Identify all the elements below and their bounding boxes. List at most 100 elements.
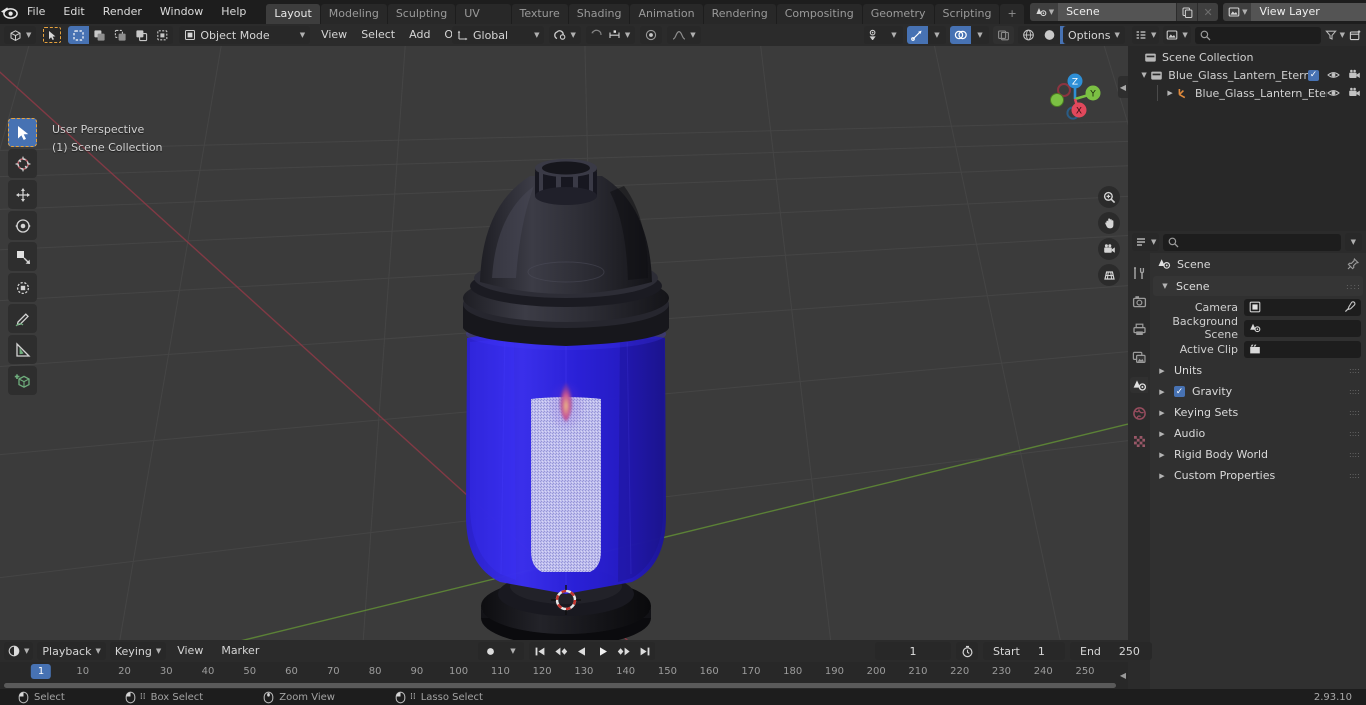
- play-reverse-icon[interactable]: [571, 642, 592, 660]
- disclosure-triangle-right-icon[interactable]: ▶: [1165, 89, 1175, 97]
- cursor-tool[interactable]: [8, 149, 37, 178]
- timeline-marker-menu[interactable]: Marker: [214, 642, 266, 660]
- sub-panel-keying-sets[interactable]: ▶ Keying Sets::::: [1150, 402, 1366, 423]
- sub-panel-rigid-body-world[interactable]: ▶ Rigid Body World::::: [1150, 444, 1366, 465]
- auto-keying-icon[interactable]: [956, 642, 978, 660]
- jump-end-icon[interactable]: [634, 642, 655, 660]
- overlays-icon[interactable]: [950, 26, 971, 44]
- editor-type-3dview-icon[interactable]: ▼: [4, 26, 37, 44]
- blender-logo-icon[interactable]: [0, 0, 18, 24]
- property-field[interactable]: [1244, 298, 1361, 316]
- tweak-select-tool[interactable]: [8, 118, 37, 147]
- chevron-down-icon[interactable]: ▼: [928, 26, 946, 44]
- outliner-row[interactable]: ▼ Blue_Glass_Lantern_Eternal_C✓: [1128, 66, 1366, 84]
- workspace-tab-sculpting[interactable]: Sculpting: [387, 4, 456, 24]
- viewport-menu-add[interactable]: Add: [402, 26, 437, 44]
- outliner-checkbox[interactable]: ✓: [1308, 69, 1319, 81]
- menu-render[interactable]: Render: [94, 3, 151, 21]
- panel-header-scene[interactable]: ▼ Scene::::: [1153, 276, 1363, 296]
- menu-window[interactable]: Window: [151, 3, 212, 21]
- workspace-tab-animation[interactable]: Animation: [630, 4, 703, 24]
- transform-tool[interactable]: [8, 273, 37, 302]
- playback-controls[interactable]: [529, 642, 655, 660]
- disclosure-triangle-right-icon[interactable]: ▶: [1157, 430, 1167, 438]
- record-icon[interactable]: [478, 642, 502, 660]
- current-frame-field[interactable]: 1: [875, 642, 951, 660]
- property-field[interactable]: [1244, 319, 1361, 337]
- scene-selector[interactable]: ▼ Scene ✕: [1029, 3, 1219, 21]
- timeline-scrollbar[interactable]: [4, 683, 1116, 688]
- select-set-icon[interactable]: [68, 26, 90, 44]
- xray-icon[interactable]: [993, 26, 1014, 44]
- transform-orientation-selector[interactable]: Global ▼: [452, 26, 545, 44]
- workspace-tab-compositing[interactable]: Compositing: [776, 4, 862, 24]
- play-icon[interactable]: [592, 642, 613, 660]
- sub-panel-units[interactable]: ▶ Units::::: [1150, 360, 1366, 381]
- texture-tab[interactable]: [1130, 433, 1148, 449]
- properties-search-input[interactable]: [1163, 233, 1341, 251]
- record-group[interactable]: ▼: [478, 642, 524, 660]
- keying-menu[interactable]: Keying ▼: [109, 642, 167, 660]
- output-tab[interactable]: [1130, 321, 1148, 337]
- select-extend-icon[interactable]: [89, 26, 111, 44]
- start-frame-field[interactable]: Start 1: [983, 642, 1065, 660]
- wireframe-icon[interactable]: [1018, 26, 1039, 44]
- view-layer-icon[interactable]: ▼: [1223, 3, 1252, 21]
- playback-menu[interactable]: Playback ▼: [37, 642, 106, 660]
- timeline-editor-type-icon[interactable]: ▼: [4, 642, 34, 660]
- object-visibility-icon[interactable]: [864, 26, 885, 44]
- 3d-viewport[interactable]: User Perspective (1) Scene Collection Z …: [0, 46, 1128, 640]
- visibility-eye-icon[interactable]: [1327, 69, 1340, 81]
- proportional-edit-toggle[interactable]: [640, 26, 663, 44]
- workspace-tab-shading[interactable]: Shading: [568, 4, 630, 24]
- new-collection-icon[interactable]: [1349, 29, 1362, 42]
- add-workspace-button[interactable]: +: [1000, 4, 1024, 24]
- timeline-playhead[interactable]: 1: [30, 664, 52, 679]
- disclosure-triangle-down-icon[interactable]: ▼: [1160, 282, 1170, 290]
- viewport-menu-select[interactable]: Select: [354, 26, 402, 44]
- sub-panel-custom-properties[interactable]: ▶ Custom Properties::::: [1150, 465, 1366, 486]
- properties-editor-type-icon[interactable]: ▼: [1132, 233, 1160, 251]
- workspace-tab-texture-paint[interactable]: Texture Paint: [511, 4, 568, 40]
- render-tab[interactable]: [1130, 293, 1148, 309]
- tool-tab[interactable]: [1130, 265, 1148, 281]
- mode-selector[interactable]: Object Mode ▼: [179, 26, 311, 44]
- options-dropdown[interactable]: Options ▼: [1063, 26, 1125, 44]
- select-intersect-icon[interactable]: [152, 26, 174, 44]
- snap-selector[interactable]: ▼: [549, 26, 581, 44]
- render-camera-icon[interactable]: [1348, 87, 1361, 99]
- outliner-row[interactable]: ▶ Blue_Glass_Lantern_Eter: [1128, 84, 1366, 102]
- workspace-tab-geometry-nodes[interactable]: Geometry Nodes: [862, 4, 934, 40]
- select-subtract-icon[interactable]: [110, 26, 132, 44]
- scene-duplicate-icon[interactable]: [1176, 3, 1198, 21]
- measure-tool[interactable]: [8, 335, 37, 364]
- world-tab[interactable]: [1130, 405, 1148, 421]
- add-cube-tool[interactable]: [8, 366, 37, 395]
- menu-help[interactable]: Help: [212, 3, 255, 21]
- falloff-selector[interactable]: ▼: [667, 26, 701, 44]
- visibility-eye-icon[interactable]: [1327, 87, 1340, 99]
- render-camera-icon[interactable]: [1348, 69, 1361, 81]
- perspective-ortho-icon[interactable]: [1098, 264, 1120, 286]
- menu-edit[interactable]: Edit: [54, 3, 93, 21]
- tool-active-indicator[interactable]: [42, 26, 63, 44]
- scene-icon[interactable]: ▼: [1029, 3, 1059, 21]
- navigation-gizmo[interactable]: Z Y X: [1040, 64, 1110, 134]
- scene-name[interactable]: Scene: [1058, 3, 1177, 21]
- outliner-row[interactable]: Scene Collection: [1128, 48, 1366, 66]
- menu-file[interactable]: File: [18, 3, 54, 21]
- overlays-group[interactable]: ▼: [950, 26, 989, 44]
- hand-pan-icon[interactable]: [1098, 212, 1120, 234]
- property-field[interactable]: [1244, 340, 1361, 358]
- camera-icon[interactable]: [1098, 238, 1120, 260]
- sidebar-toggle-icon[interactable]: ◀: [1118, 76, 1128, 98]
- chevron-down-icon[interactable]: ▼: [971, 26, 989, 44]
- workspace-tab-layout[interactable]: Layout: [266, 4, 320, 24]
- outliner-search-input[interactable]: [1194, 26, 1321, 44]
- sub-panel-checkbox[interactable]: ✓: [1174, 386, 1185, 397]
- timeline-scroll-right-icon[interactable]: ◀: [1120, 671, 1126, 680]
- disclosure-triangle-right-icon[interactable]: ▶: [1157, 451, 1167, 459]
- annotate-tool[interactable]: [8, 304, 37, 333]
- workspace-tab-modeling[interactable]: Modeling: [320, 4, 387, 24]
- properties-options-icon[interactable]: ▼: [1344, 233, 1362, 251]
